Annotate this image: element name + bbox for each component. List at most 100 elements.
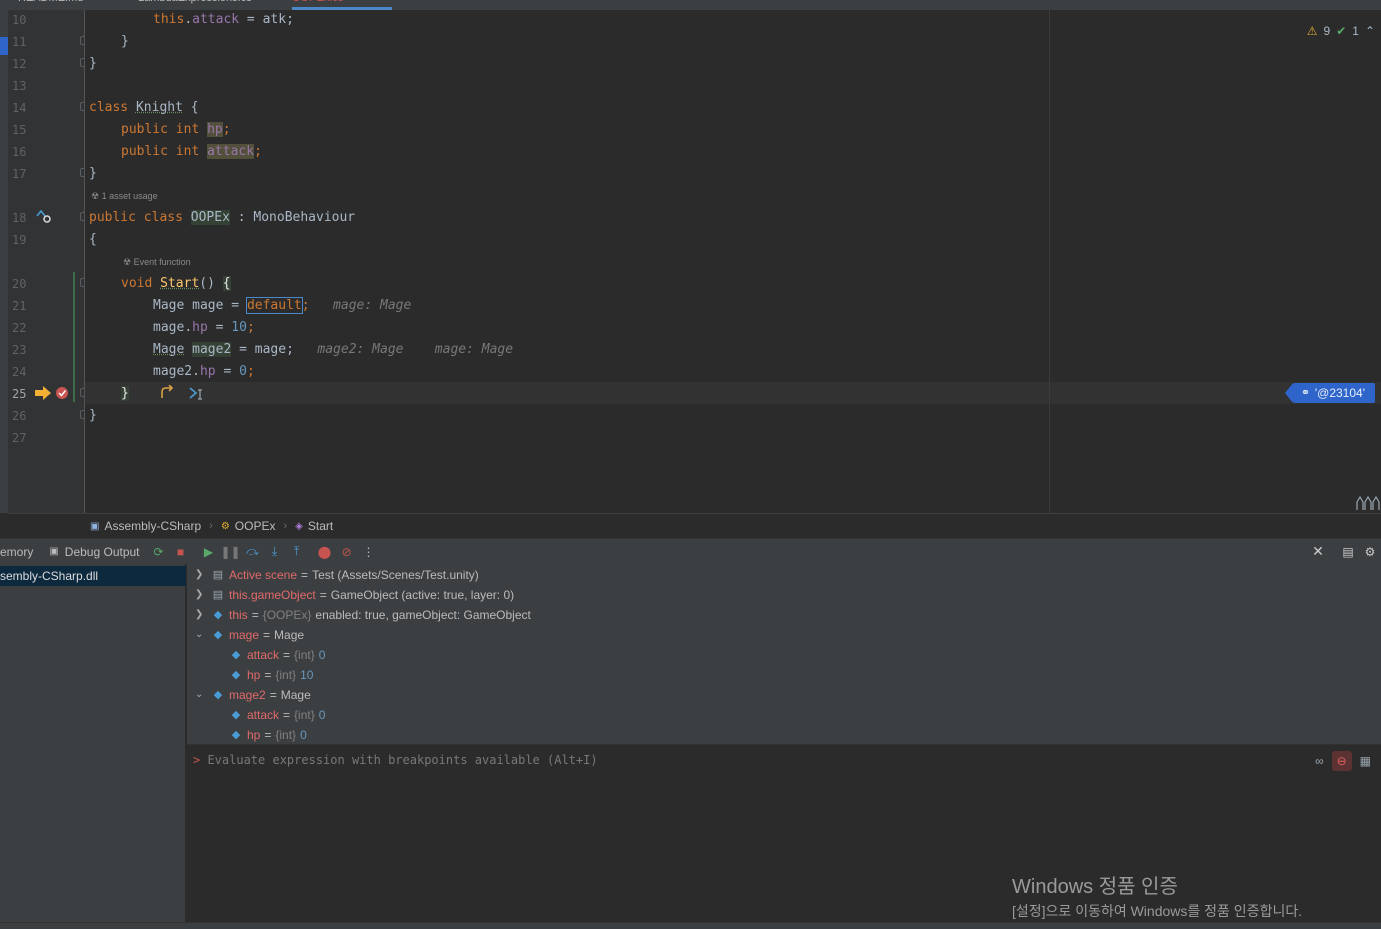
left-tool-stripe — [0, 10, 8, 513]
pause-icon[interactable]: ❚❚ — [220, 541, 242, 563]
object-icon: ◆ — [213, 609, 223, 621]
breadcrumb-class[interactable]: ⚙ OOPEx — [221, 519, 276, 533]
debug-link-icon: ⚭ — [1300, 387, 1311, 399]
line-number: 20 — [12, 277, 27, 291]
code-line-24: mage2.hp = 0; — [153, 364, 255, 379]
code-line-21: Mage mage = default; mage: Mage — [153, 297, 412, 314]
reader-mode-icon[interactable] — [1355, 494, 1381, 512]
run-to-cursor-icon[interactable] — [189, 385, 207, 401]
breadcrumb-method[interactable]: ◈ Start — [295, 519, 333, 533]
resume-icon[interactable]: ▶ — [198, 541, 220, 563]
view-breakpoints-icon[interactable]: ⬤ — [314, 541, 336, 563]
editor-gutter[interactable]: 10 11 12 13 14 15 16 17 18 19 20 21 22 2… — [8, 10, 89, 513]
variable-row[interactable]: ◆ attack = {int} 0 — [229, 705, 326, 725]
chevron-right-icon[interactable]: ❯ — [195, 565, 207, 585]
chevron-down-icon[interactable]: ⌄ — [195, 685, 207, 705]
unity-icon: ☢ — [91, 191, 102, 201]
variable-row[interactable]: ❯ ◆ this = {OOPEx} enabled: true, gameOb… — [195, 605, 531, 625]
implements-unity-icon[interactable] — [35, 208, 53, 224]
line-number: 15 — [12, 123, 27, 137]
code-line-11: } — [121, 34, 129, 49]
chevron-right-icon[interactable]: ❯ — [195, 605, 207, 625]
mute-breakpoints-icon[interactable]: ⊘ — [336, 541, 358, 563]
tab-oopex[interactable]: OOPEx.cs — [292, 0, 392, 10]
code-line-26: } — [89, 408, 97, 423]
breakpoints-toggle-icon[interactable]: ⊖ — [1331, 751, 1352, 771]
more-options-icon[interactable]: ⋮ — [358, 541, 380, 563]
stop-icon[interactable]: ■ — [170, 541, 192, 563]
close-icon[interactable]: ✕ — [1307, 541, 1329, 563]
line-number-current: 25 — [12, 387, 27, 401]
field-icon: ◆ — [231, 669, 241, 681]
asset-usage-hint[interactable]: ☢ 1 asset usage — [91, 189, 158, 203]
variables-panel[interactable]: ❯ ▤ Active scene = Test (Assets/Scenes/T… — [187, 564, 1381, 744]
chevron-right-icon[interactable]: ❯ — [195, 585, 207, 605]
evaluate-input[interactable]: > Evaluate expression with breakpoints a… — [193, 753, 598, 767]
code-line-20: void Start() { — [121, 276, 231, 291]
variable-row[interactable]: ◆ attack = {int} 0 — [229, 645, 326, 665]
execution-object-badge[interactable]: ⚭ '@23104' — [1284, 383, 1375, 403]
line-number: 19 — [12, 233, 27, 247]
step-out-icon[interactable]: ⤒ — [286, 541, 308, 563]
inspection-widget[interactable]: ⚠ 9 ✔ 1 ⌃ — [1307, 24, 1375, 38]
gear-icon[interactable]: ⚙ — [1359, 541, 1381, 563]
prompt-icon: > — [193, 753, 208, 767]
layout-icon[interactable]: ▤ — [1337, 541, 1359, 563]
variable-row[interactable]: ❯ ▤ Active scene = Test (Assets/Scenes/T… — [195, 565, 479, 585]
line-number: 16 — [12, 145, 27, 159]
frame-item-selected[interactable]: sembly-CSharp.dll — [0, 566, 186, 586]
frames-panel[interactable]: sembly-CSharp.dll — [0, 564, 186, 922]
code-editor[interactable]: this.attack = atk; } } class Knight { pu… — [85, 10, 1381, 513]
table-icon: ▤ — [212, 589, 224, 601]
tab-memory[interactable]: emory — [0, 539, 41, 565]
breakpoint-icon[interactable] — [54, 385, 70, 401]
method-icon: ◈ — [295, 520, 303, 532]
line-number: 18 — [12, 211, 27, 225]
rerun-icon[interactable]: ⟳ — [148, 541, 170, 563]
variable-row[interactable]: ❯ ▤ this.gameObject = GameObject (active… — [195, 585, 514, 605]
current-line-highlight — [85, 382, 1381, 404]
chevron-up-icon[interactable]: ⌃ — [1365, 24, 1375, 38]
line-number: 24 — [12, 365, 27, 379]
right-margin-guide — [1049, 10, 1050, 513]
breadcrumb: ▣ Assembly-CSharp › ⚙ OOPEx › ◈ Start — [8, 513, 1381, 538]
code-line-14: class Knight { — [89, 100, 199, 115]
line-number: 14 — [12, 101, 27, 115]
stripe-marker — [0, 37, 8, 55]
warning-icon: ⚠ — [1306, 24, 1318, 38]
variable-row[interactable]: ⌄ ◆ mage2 = Mage — [195, 685, 311, 705]
warning-count: 9 — [1323, 24, 1331, 38]
tab-debug-output[interactable]: ▣ Debug Output — [41, 539, 147, 565]
event-function-hint[interactable]: ☢ Event function — [123, 255, 191, 269]
calculator-icon[interactable]: ▦ — [1360, 754, 1371, 768]
windows-activation-watermark: Windows 정품 인증 [설정]으로 이동하여 Windows를 정품 인증… — [1012, 870, 1302, 921]
code-line-12: } — [89, 56, 97, 71]
code-line-17: } — [89, 166, 97, 181]
step-over-icon[interactable]: ⤼ — [242, 541, 264, 563]
debug-toolbar: emory ▣ Debug Output ⟳ ■ ▶ ❚❚ ⤼ ⤓ ⤒ ⬤ ⊘ ⋮… — [0, 538, 1381, 564]
line-number: 23 — [12, 343, 27, 357]
step-back-icon[interactable] — [159, 385, 175, 401]
table-icon: ▤ — [212, 569, 224, 581]
step-into-icon[interactable]: ⤓ — [264, 541, 286, 563]
breadcrumb-separator: › — [209, 520, 213, 532]
variable-row[interactable]: ◆ hp = {int} 10 — [229, 665, 314, 685]
code-line-19: { — [89, 232, 97, 247]
chevron-down-icon[interactable]: ⌄ — [195, 625, 207, 645]
vcs-change-marker[interactable] — [73, 272, 75, 402]
variable-row[interactable]: ◆ hp = {int} 0 — [229, 725, 307, 745]
watch-glasses-icon[interactable]: ∞ — [1315, 754, 1324, 768]
field-icon: ◆ — [231, 709, 241, 721]
line-number: 17 — [12, 167, 27, 181]
breadcrumb-assembly[interactable]: ▣ Assembly-CSharp — [90, 519, 201, 533]
console-icon: ▣ — [49, 546, 59, 557]
check-icon: ✔ — [1336, 24, 1347, 38]
status-bar — [0, 922, 1381, 929]
ok-count: 1 — [1352, 24, 1359, 38]
watermark-subtitle: [설정]으로 이동하여 Windows를 정품 인증합니다. — [1012, 903, 1303, 919]
variable-row[interactable]: ⌄ ◆ mage = Mage — [195, 625, 304, 645]
line-number: 26 — [12, 409, 27, 423]
line-number: 27 — [12, 431, 27, 445]
line-number: 12 — [12, 57, 27, 71]
code-line-16: public int attack; — [121, 144, 262, 159]
